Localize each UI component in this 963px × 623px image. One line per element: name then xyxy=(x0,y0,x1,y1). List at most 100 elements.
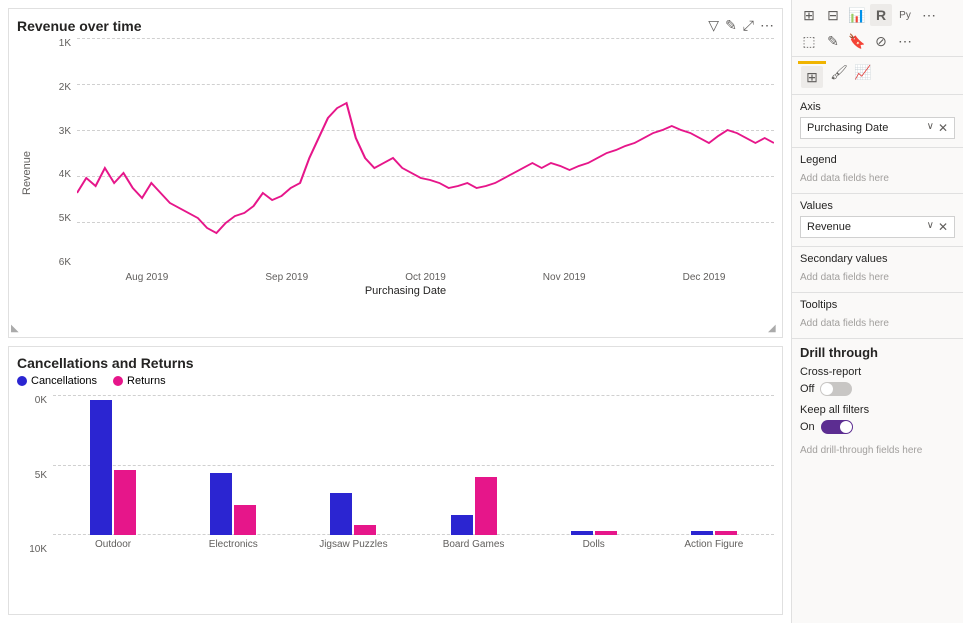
chart-plot: 6K 5K 4K 3K 2K 1K xyxy=(37,38,774,308)
bar-actionfigure-cancel xyxy=(691,531,713,535)
axis-chevron-icon[interactable]: ∨ xyxy=(927,121,934,135)
icon-py[interactable]: Py xyxy=(894,4,916,26)
y-axis-label: Revenue xyxy=(17,38,37,308)
bar-label-boardgames: Board Games xyxy=(434,539,514,550)
axis-field-chip[interactable]: Purchasing Date ∨ ✕ xyxy=(800,117,955,139)
icon-analytics[interactable]: 📈 xyxy=(852,61,874,83)
bar-chart-area: 10K 5K 0K xyxy=(17,395,774,555)
bar-dolls-cancel xyxy=(571,531,593,535)
values-remove-icon[interactable]: ✕ xyxy=(938,220,948,234)
axis-field-label: Purchasing Date xyxy=(807,122,888,134)
drill-cross-report: Cross-report Off xyxy=(800,366,955,396)
values-title: Values xyxy=(800,200,955,212)
legend-dot-cancellations xyxy=(17,376,27,386)
icon-table[interactable]: ⊞ xyxy=(798,4,820,26)
panel-toolbar-row1: ⊞ ⊟ 📊 R Py ⋯ ⬚ ✎ 🔖 ⊘ ⋯ xyxy=(792,0,963,57)
icon-chart[interactable]: 📊 xyxy=(846,4,868,26)
bar-group-boardgames xyxy=(451,477,497,535)
drill-keep-filters: Keep all filters On xyxy=(800,404,955,434)
axis-title: Axis xyxy=(800,101,955,113)
x-tick-aug: Aug 2019 xyxy=(126,272,169,283)
chart-header: Revenue over time ▽ ✎ ⤢ ⋯ xyxy=(17,17,774,34)
axis-remove-icon[interactable]: ✕ xyxy=(938,121,948,135)
icon-more-row1[interactable]: ⋯ xyxy=(918,4,940,26)
x-tick-oct: Oct 2019 xyxy=(405,272,446,283)
legend-title: Legend xyxy=(800,154,955,166)
bar-label-outdoor: Outdoor xyxy=(73,539,153,550)
legend-cancellations: Cancellations xyxy=(17,375,97,387)
y-axis: 6K 5K 4K 3K 2K 1K xyxy=(37,38,77,268)
panel-section-tooltips: Tooltips Add data fields here xyxy=(792,293,963,339)
bar-labels: Outdoor Electronics Jigsaw Puzzles Board… xyxy=(53,539,774,550)
cross-report-toggle[interactable] xyxy=(820,382,852,396)
values-field-label: Revenue xyxy=(807,221,851,233)
y-tick-1k: 1K xyxy=(37,38,71,49)
cross-report-toggle-track[interactable] xyxy=(820,382,852,396)
panel-section-axis: Axis Purchasing Date ∨ ✕ xyxy=(792,95,963,148)
filter-icon[interactable]: ▽ xyxy=(708,17,719,34)
more-icon[interactable]: ⋯ xyxy=(760,17,774,34)
bar-plot: Outdoor Electronics Jigsaw Puzzles Board… xyxy=(53,395,774,555)
icon-paint[interactable]: ⬚ xyxy=(798,30,820,52)
legend-dot-returns xyxy=(113,376,123,386)
bar-y-0k: 0K xyxy=(17,395,47,406)
drill-through-title: Drill through xyxy=(800,345,955,360)
grid-and-line xyxy=(77,38,774,268)
bar-boardgames-cancel xyxy=(451,515,473,535)
bar-group-dolls xyxy=(571,531,617,535)
bar-group-jigsaw xyxy=(330,493,376,535)
bar-boardgames-return xyxy=(475,477,497,535)
expand-icon[interactable]: ⤢ xyxy=(743,17,754,34)
icon-table-accent[interactable]: ⊞ xyxy=(801,66,823,88)
keep-filters-toggle[interactable] xyxy=(821,420,853,434)
icon-columns[interactable]: ⊟ xyxy=(822,4,844,26)
keep-filters-state: On xyxy=(800,421,815,433)
secondary-title: Secondary values xyxy=(800,253,955,265)
bars-container xyxy=(53,395,774,535)
x-tick-dec: Dec 2019 xyxy=(683,272,726,283)
cross-report-label: Cross-report xyxy=(800,366,955,378)
bar-outdoor-return xyxy=(114,470,136,535)
legend-returns: Returns xyxy=(113,375,166,387)
bar-group-outdoor xyxy=(90,400,136,535)
y-tick-5k: 5K xyxy=(37,213,71,224)
icon-eraser[interactable]: ⊘ xyxy=(870,30,892,52)
icon-more-row1b[interactable]: ⋯ xyxy=(894,30,916,52)
keep-filters-toggle-row: On xyxy=(800,420,955,434)
line-chart-svg xyxy=(77,38,774,268)
cancellations-title: Cancellations and Returns xyxy=(17,355,774,371)
keep-filters-toggle-track[interactable] xyxy=(821,420,853,434)
resize-handle-right[interactable]: ◢ xyxy=(768,323,780,335)
y-tick-3k: 3K xyxy=(37,126,71,137)
revenue-chart: Revenue over time ▽ ✎ ⤢ ⋯ Revenue 6K 5K … xyxy=(8,8,783,338)
resize-handle-left[interactable]: ◣ xyxy=(11,323,23,335)
icon-letter-r[interactable]: R xyxy=(870,4,892,26)
accent-bar xyxy=(798,61,826,64)
values-chevron-icon[interactable]: ∨ xyxy=(927,220,934,234)
highlight-icon[interactable]: ✎ xyxy=(725,17,737,34)
legend-label-returns: Returns xyxy=(127,375,166,387)
values-field-chip[interactable]: Revenue ∨ ✕ xyxy=(800,216,955,238)
bar-electronics-cancel xyxy=(210,473,232,535)
icon-brush[interactable]: 🖌 xyxy=(828,61,850,83)
panel-toolbar-row2: ⊞ 🖌 📈 xyxy=(792,57,963,95)
x-axis: Aug 2019 Sep 2019 Oct 2019 Nov 2019 Dec … xyxy=(77,272,774,283)
cross-report-toggle-thumb xyxy=(821,383,833,395)
bar-actionfigure-return xyxy=(715,531,737,535)
x-tick-sep: Sep 2019 xyxy=(265,272,308,283)
icon-bookmark[interactable]: 🔖 xyxy=(846,30,868,52)
keep-filters-label: Keep all filters xyxy=(800,404,955,416)
bar-label-jigsaw: Jigsaw Puzzles xyxy=(313,539,393,550)
bar-y-10k: 10K xyxy=(17,544,47,555)
y-tick-4k: 4K xyxy=(37,169,71,180)
chart-toolbar: ▽ ✎ ⤢ ⋯ xyxy=(708,17,774,34)
cross-report-toggle-row: Off xyxy=(800,382,955,396)
icon-pencil[interactable]: ✎ xyxy=(822,30,844,52)
secondary-add-field: Add data fields here xyxy=(800,269,955,286)
axis-field-actions: ∨ ✕ xyxy=(927,121,948,135)
bar-label-actionfigure: Action Figure xyxy=(674,539,754,550)
x-tick-nov: Nov 2019 xyxy=(543,272,586,283)
legend: Cancellations Returns xyxy=(17,375,774,387)
bar-outdoor-cancel xyxy=(90,400,112,535)
bar-jigsaw-cancel xyxy=(330,493,352,535)
